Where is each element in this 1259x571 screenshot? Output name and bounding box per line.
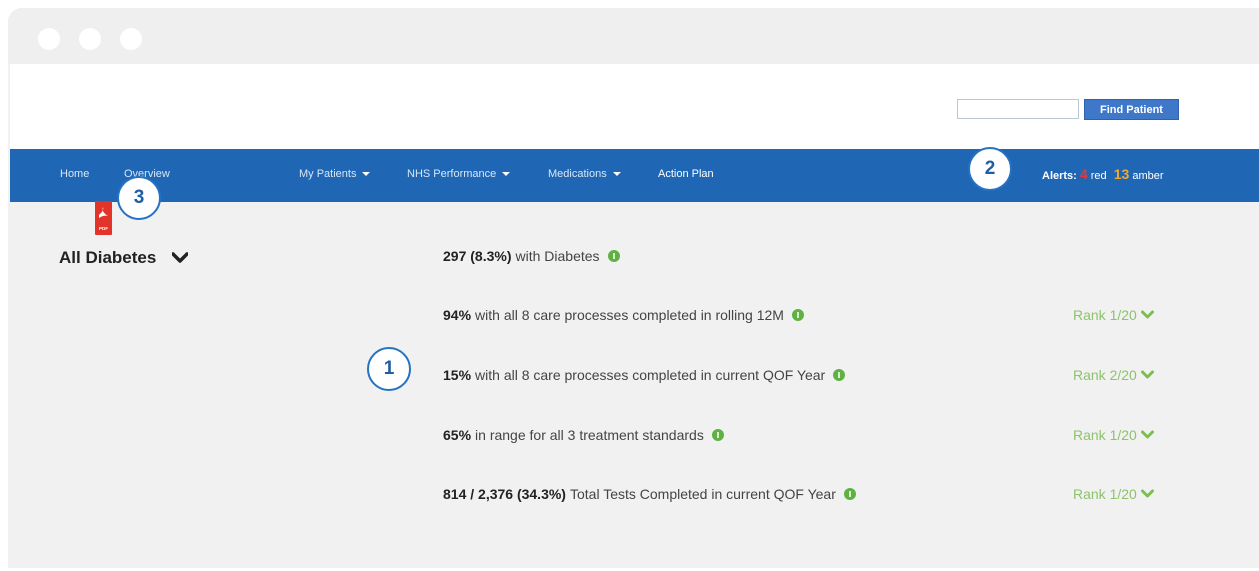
alerts-label: Alerts: xyxy=(1042,170,1077,182)
metric-value: 814 / 2,376 (34.3%) xyxy=(443,486,566,502)
pdf-icon[interactable]: PDF xyxy=(95,201,112,235)
nav-nhs-performance-label: NHS Performance xyxy=(407,168,497,180)
alerts-red-count: 4 xyxy=(1079,166,1088,182)
nav-home[interactable]: Home xyxy=(60,168,89,180)
window-chrome xyxy=(8,8,1259,64)
callout-badge: 2 xyxy=(968,147,1012,191)
pdf-icon-label: PDF xyxy=(99,226,108,231)
rank-toggle[interactable]: Rank 1/20 xyxy=(1073,307,1154,323)
nav-my-patients-label: My Patients xyxy=(299,168,357,180)
top-header: Find Patient xyxy=(10,64,1259,149)
window-dot-icon[interactable] xyxy=(120,28,142,50)
metric-text: with all 8 care processes completed in r… xyxy=(475,307,784,323)
info-icon[interactable] xyxy=(833,369,846,381)
rank-label: Rank 2/20 xyxy=(1073,367,1137,383)
rank-toggle[interactable]: Rank 1/20 xyxy=(1073,427,1154,443)
chevron-down-icon xyxy=(1140,430,1154,439)
metric-row: 297 (8.3%) with Diabetes xyxy=(443,248,620,264)
section-selector[interactable]: All Diabetes xyxy=(59,248,189,268)
metric-value: 15% xyxy=(443,367,472,383)
alerts-amber-label: amber xyxy=(1132,170,1164,182)
metric-row: 15% with all 8 care processes completed … xyxy=(443,367,846,383)
caret-down-icon xyxy=(612,172,621,177)
chevron-down-icon xyxy=(172,252,189,263)
info-icon[interactable] xyxy=(791,309,804,321)
rank-toggle[interactable]: Rank 2/20 xyxy=(1073,367,1154,383)
find-patient-button[interactable]: Find Patient xyxy=(1084,99,1179,120)
rank-toggle[interactable]: Rank 1/20 xyxy=(1073,486,1154,502)
caret-down-icon xyxy=(502,172,511,177)
metric-text: with all 8 care processes completed in c… xyxy=(475,367,826,383)
chevron-down-icon xyxy=(1140,370,1154,379)
metric-row: 94% with all 8 care processes completed … xyxy=(443,307,804,323)
caret-down-icon xyxy=(362,172,371,177)
info-icon[interactable] xyxy=(607,250,620,262)
window-dot-icon[interactable] xyxy=(38,28,60,50)
section-title: All Diabetes xyxy=(59,248,157,267)
info-icon[interactable] xyxy=(711,429,724,441)
metric-text: with Diabetes xyxy=(515,248,600,264)
metric-row: 65% in range for all 3 treatment standar… xyxy=(443,427,724,443)
rank-label: Rank 1/20 xyxy=(1073,427,1137,443)
nav-medications[interactable]: Medications xyxy=(548,168,621,180)
nav-nhs-performance[interactable]: NHS Performance xyxy=(407,168,511,180)
nav-medications-label: Medications xyxy=(548,168,607,180)
main-nav: Home Overview My Patients NHS Performanc… xyxy=(10,149,1259,202)
metric-row: 814 / 2,376 (34.3%) Total Tests Complete… xyxy=(443,486,856,502)
chevron-down-icon xyxy=(1140,310,1154,319)
nav-my-patients[interactable]: My Patients xyxy=(299,168,371,180)
metric-text: in range for all 3 treatment standards xyxy=(475,427,704,443)
chevron-down-icon xyxy=(1140,489,1154,498)
nav-action-plan[interactable]: Action Plan xyxy=(658,168,714,180)
metric-value: 65% xyxy=(443,427,472,443)
callout-badge: 3 xyxy=(117,176,161,220)
callout-badge: 1 xyxy=(367,347,411,391)
rank-label: Rank 1/20 xyxy=(1073,307,1137,323)
alerts-amber-count: 13 xyxy=(1113,166,1130,182)
rank-label: Rank 1/20 xyxy=(1073,486,1137,502)
alerts-summary[interactable]: Alerts: 4 red 13 amber xyxy=(1042,166,1164,182)
browser-window: Find Patient Home Overview My Patients N… xyxy=(8,8,1259,568)
info-icon[interactable] xyxy=(843,488,856,500)
metric-value: 94% xyxy=(443,307,472,323)
metric-value: 297 (8.3%) xyxy=(443,248,512,264)
patient-search-input[interactable] xyxy=(957,99,1079,119)
metric-text: Total Tests Completed in current QOF Yea… xyxy=(569,486,836,502)
window-dot-icon[interactable] xyxy=(79,28,101,50)
alerts-red-label: red xyxy=(1090,170,1107,182)
